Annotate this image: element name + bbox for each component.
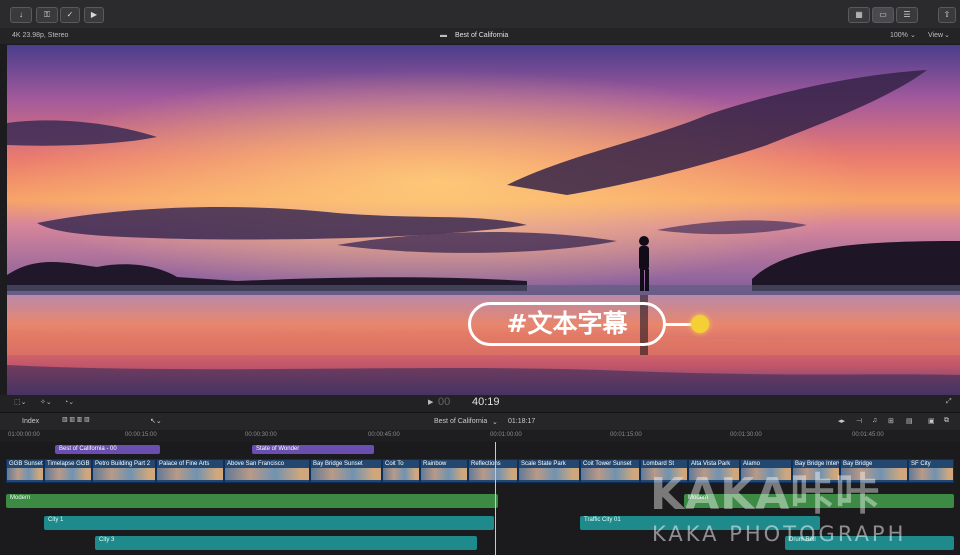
subtitle-pill[interactable]: #文本字幕	[468, 302, 666, 346]
title-clip[interactable]: State of Wonder	[252, 445, 374, 454]
video-clip[interactable]: Coit Tower Sunset	[580, 459, 640, 483]
highlight-dot	[691, 315, 709, 333]
timeline-toggle[interactable]: ▭	[872, 7, 894, 23]
check-circle-icon: ✓	[66, 10, 74, 19]
timeline-ruler[interactable]: 01:00:00:00 00:00:15:00 00:00:30:00 00:0…	[0, 430, 960, 442]
sliders-icon: ☰	[903, 10, 911, 19]
zoom-menu[interactable]: 100%	[890, 28, 908, 44]
play-icon[interactable]: ▶	[428, 398, 433, 406]
watermark-subtitle: KAKA PHOTOGRAPH	[652, 522, 907, 546]
ruler-tick: 00:00:45:00	[368, 432, 400, 438]
app-toolbar: ↓ ⚿ ✓ ▶ ▦ ▭ ☰ ⇧	[0, 0, 960, 29]
ruler-tick: 01:00:00:00	[8, 432, 40, 438]
ruler-tick: 00:00:15:00	[125, 432, 157, 438]
video-clip[interactable]: Coit To	[382, 459, 420, 483]
ruler-tick: 00:00:30:00	[245, 432, 277, 438]
select-tool-icon[interactable]: ↖⌄	[150, 417, 162, 425]
project-menu[interactable]: Best of California	[434, 418, 487, 425]
viewer-transport: ⬚⌄ ✧⌄ ◔⌄ ▶ 00 40:19 ⤢	[0, 395, 960, 412]
sound-effect-clip[interactable]: City 1	[44, 516, 494, 530]
format-label: 4K 23.98p, Stereo	[12, 32, 69, 39]
import-icon: ↓	[19, 10, 23, 19]
video-clip[interactable]: SF City	[908, 459, 954, 483]
transitions-browser-icon[interactable]: ⧉	[944, 417, 949, 425]
enhance-icon[interactable]: ✧⌄	[40, 398, 52, 406]
video-clip[interactable]: Bay Bridge Sunset	[310, 459, 382, 483]
speed-icon[interactable]: ◔⌄	[64, 398, 74, 406]
key-icon: ⚿	[43, 10, 51, 19]
share-icon: ▶	[90, 10, 98, 19]
video-clip[interactable]: Palace of Fine Arts	[156, 459, 224, 483]
ruler-tick: 00:01:30:00	[730, 432, 762, 438]
video-clip[interactable]: Reflections	[468, 459, 518, 483]
project-title: Best of California	[455, 32, 509, 39]
effects-browser-icon[interactable]: ▣	[928, 417, 935, 425]
timecode-dim: 00	[438, 396, 451, 408]
timecode: 40:19	[472, 396, 500, 408]
video-clip[interactable]: Petro Building Part 2	[92, 459, 156, 483]
video-clip[interactable]: GGB Sunset	[6, 459, 44, 483]
film-icon: ▬	[440, 32, 447, 39]
solo-icon[interactable]: ⊣	[856, 417, 862, 425]
timeline-icon: ▭	[879, 10, 887, 19]
grid-icon: ▦	[855, 10, 863, 19]
view-menu[interactable]: View	[928, 28, 943, 44]
chevron-down-icon: ⌄	[492, 419, 498, 426]
chevron-down-icon: ⌄	[944, 32, 950, 39]
headphones-icon[interactable]: ♫	[872, 417, 877, 424]
import-button[interactable]: ↓	[10, 7, 32, 23]
timeline-header: Index ▥ ▥ ▥ ▥ ↖⌄ Best of California ⌄ 01…	[0, 412, 960, 431]
video-clip[interactable]: Rainbow	[420, 459, 468, 483]
video-clip[interactable]: Timelapse GGB	[44, 459, 92, 483]
keyword-button[interactable]: ⚿	[36, 7, 58, 23]
clip-settings-icon[interactable]: ▤	[906, 417, 913, 425]
transform-icon[interactable]: ⬚⌄	[14, 398, 26, 406]
audio-skimming-icon[interactable]: ◂▸	[838, 417, 845, 425]
viewer-header: 4K 23.98p, Stereo ▬ Best of California 1…	[0, 28, 960, 44]
ruler-tick: 00:01:00:00	[490, 432, 522, 438]
title-clip[interactable]: Best of California - 00	[55, 445, 160, 454]
watermark-logo: KAKA咔咔	[650, 469, 881, 520]
clip-appearance-icon[interactable]: ▥ ▥ ▥ ▥	[62, 416, 90, 423]
fullscreen-icon[interactable]: ⤢	[946, 398, 952, 406]
video-clip[interactable]: Scale State Park	[518, 459, 580, 483]
inspector-toggle[interactable]: ☰	[896, 7, 918, 23]
video-clip[interactable]: Above San Francisco	[224, 459, 310, 483]
snapping-icon[interactable]: ⊞	[888, 417, 894, 425]
chevron-down-icon: ⌄	[910, 32, 916, 39]
browser-toggle[interactable]: ▦	[848, 7, 870, 23]
share-button[interactable]: ▶	[84, 7, 104, 23]
check-button[interactable]: ✓	[60, 7, 80, 23]
index-button[interactable]: Index	[22, 418, 39, 425]
duration-label: 01:18:17	[508, 418, 536, 425]
export-icon: ⇧	[943, 10, 951, 19]
export-button[interactable]: ⇧	[938, 7, 956, 23]
ruler-tick: 00:01:45:00	[852, 432, 884, 438]
playhead[interactable]	[495, 442, 496, 555]
music-track[interactable]: Modern	[6, 494, 498, 508]
sound-effect-clip[interactable]: City 3	[95, 536, 477, 550]
ruler-tick: 00:01:15:00	[610, 432, 642, 438]
